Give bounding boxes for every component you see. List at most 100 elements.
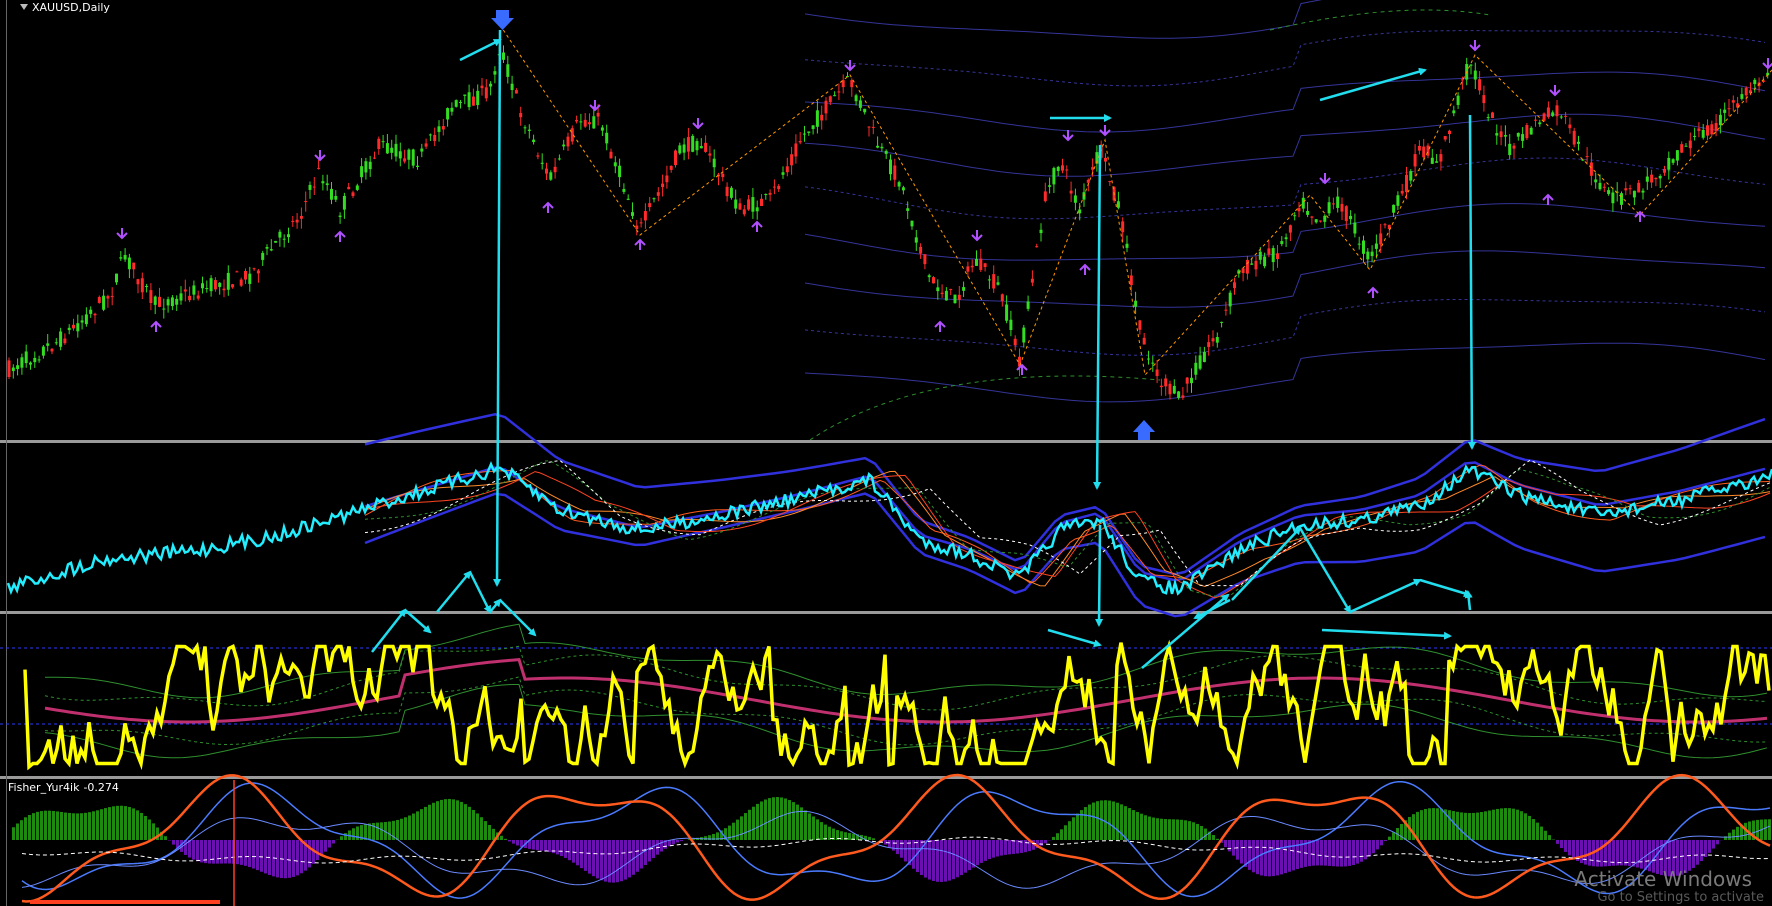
signal-arrows <box>491 10 1155 440</box>
histogram-bar <box>1172 819 1175 840</box>
candle-body <box>1104 157 1107 162</box>
candle-body <box>377 138 381 149</box>
histogram-bar <box>1136 811 1139 840</box>
histogram-bar <box>588 840 591 874</box>
histogram-bar <box>980 840 983 863</box>
bands-indicator-pane[interactable] <box>6 413 1772 618</box>
candle-body <box>368 161 372 170</box>
candle-body <box>265 247 269 249</box>
chart-title: XAUUSD,Daily <box>20 2 110 14</box>
candle-body <box>46 343 50 346</box>
histogram-bar <box>1732 829 1735 840</box>
histogram-bar <box>976 840 979 866</box>
candle-body <box>252 268 256 270</box>
price-pane[interactable] <box>7 0 1772 441</box>
histogram-bar <box>172 840 175 845</box>
chart-canvas[interactable] <box>0 0 1772 906</box>
candle-body <box>175 298 179 305</box>
candle-body <box>115 273 118 283</box>
histogram-bar <box>120 805 123 840</box>
candle-body <box>1202 351 1206 362</box>
oscillator-pane[interactable] <box>0 623 1772 771</box>
candle-body <box>833 95 837 97</box>
activate-windows-watermark: Activate Windows <box>1574 867 1752 891</box>
histogram-bar <box>1468 812 1471 840</box>
histogram-bar <box>776 797 779 840</box>
candle-body <box>992 274 996 289</box>
envelope-line <box>804 299 1766 356</box>
candle-body <box>1542 113 1546 121</box>
candle-body <box>1516 132 1520 137</box>
histogram-bar <box>1160 818 1163 840</box>
candle-body <box>1005 304 1009 321</box>
histogram-bar <box>1024 840 1027 853</box>
candle-body <box>979 258 983 270</box>
candle-body <box>398 151 402 159</box>
candle-body <box>1723 109 1727 113</box>
histogram-bar <box>944 840 947 882</box>
candle-body <box>725 186 729 197</box>
envelope-line <box>804 30 1766 87</box>
candle-body <box>1241 268 1245 274</box>
histogram-bar <box>1224 840 1227 848</box>
candle-body <box>437 126 441 132</box>
histogram-bar <box>64 812 67 840</box>
histogram-bar <box>1188 821 1191 840</box>
candle-body <box>312 186 316 188</box>
histogram-bar <box>112 806 115 840</box>
fisher-pane[interactable] <box>12 773 1772 906</box>
histogram-bar <box>1508 808 1511 840</box>
scroll-indicator[interactable] <box>30 900 220 904</box>
candle-body <box>428 134 432 136</box>
candle-body <box>381 141 385 143</box>
candle-body <box>1108 181 1112 183</box>
histogram-bar <box>748 809 751 840</box>
candle-body <box>1706 125 1709 136</box>
histogram-bar <box>472 809 475 840</box>
candle-body <box>957 294 961 300</box>
histogram-bar <box>240 840 243 865</box>
candle-body <box>407 149 411 160</box>
candle-body <box>1280 241 1284 245</box>
histogram-bar <box>256 840 259 871</box>
candle-body <box>1039 229 1043 234</box>
candle-body <box>295 219 299 223</box>
candle-body <box>385 143 389 154</box>
candle-body <box>248 273 252 284</box>
candle-body <box>37 359 41 361</box>
candle-body <box>940 292 944 295</box>
candle-body <box>742 209 746 215</box>
dropdown-triangle-icon[interactable] <box>20 4 28 10</box>
candle-body <box>1714 122 1718 132</box>
histogram-bar <box>148 819 151 840</box>
histogram-bar <box>196 840 199 862</box>
candle-body <box>403 158 407 162</box>
histogram-bar <box>108 807 111 840</box>
candle-body <box>1116 201 1120 208</box>
candle-body <box>1215 337 1219 343</box>
moving-average-line <box>364 460 1771 598</box>
histogram-bar <box>1704 840 1707 858</box>
candle-body <box>1349 215 1353 220</box>
histogram-bar <box>868 836 871 840</box>
envelope-line <box>809 375 1161 441</box>
candle-body <box>1645 176 1649 182</box>
histogram-bar <box>456 800 459 840</box>
histogram-bar <box>404 817 407 840</box>
candle-body <box>661 183 665 188</box>
candle-body <box>635 225 639 230</box>
moving-average-line <box>364 470 1771 588</box>
histogram-bar <box>1212 835 1215 840</box>
candle-body <box>441 126 445 130</box>
candle-body <box>643 211 647 221</box>
histogram-bar <box>1312 840 1315 866</box>
candle-body <box>867 126 871 128</box>
oscillator-lines <box>23 623 1771 771</box>
candle-body <box>1731 100 1735 103</box>
histogram-bar <box>1476 812 1479 840</box>
histogram-bar <box>796 804 799 840</box>
candle-body <box>411 149 415 166</box>
annotation-arrows[interactable] <box>371 29 1476 669</box>
candle-body <box>1602 186 1606 188</box>
candle-body <box>1409 171 1413 181</box>
